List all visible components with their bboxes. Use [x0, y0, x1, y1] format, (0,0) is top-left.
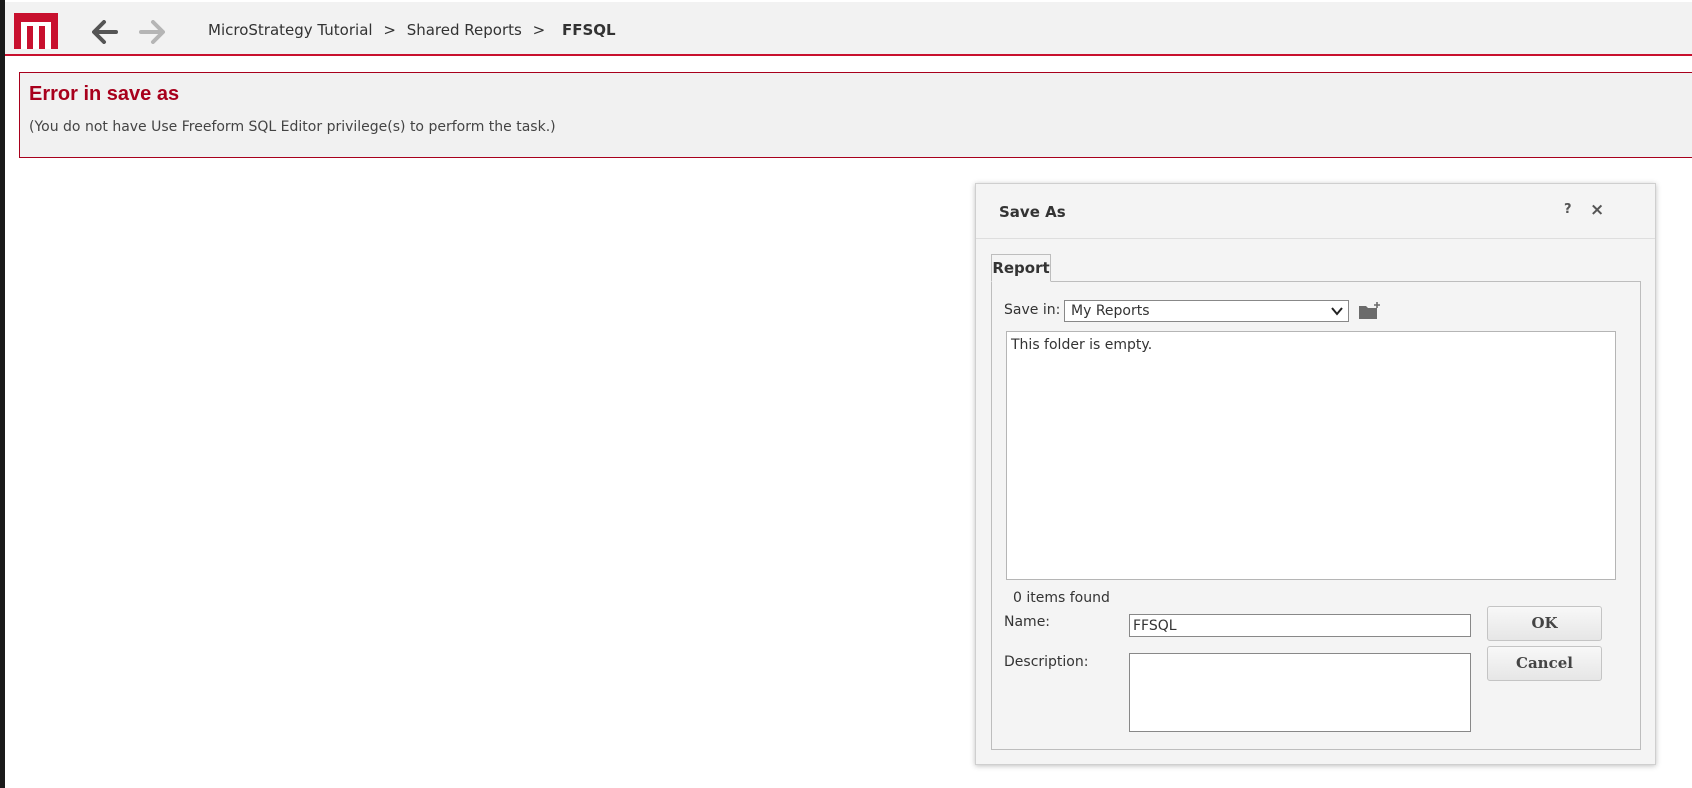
arrow-right-icon: [139, 20, 165, 44]
new-folder-icon[interactable]: [1358, 301, 1382, 321]
items-found-count: 0 items found: [1013, 590, 1110, 606]
help-icon[interactable]: ?: [1564, 202, 1572, 217]
forward-button[interactable]: [137, 17, 167, 47]
breadcrumb-item-shared-reports[interactable]: Shared Reports: [407, 21, 522, 39]
description-input[interactable]: [1129, 653, 1471, 732]
dialog-title: Save As: [999, 203, 1066, 221]
name-label: Name:: [1004, 614, 1051, 630]
save-in-value: My Reports: [1071, 303, 1150, 319]
dialog-header[interactable]: Save As ? ×: [976, 184, 1655, 239]
microstrategy-logo-icon[interactable]: [14, 13, 58, 49]
save-as-dialog: Save As ? × Report Save in: My Reports T…: [975, 183, 1656, 765]
breadcrumb: MicroStrategy Tutorial > Shared Reports …: [208, 21, 616, 39]
top-navigation-bar: MicroStrategy Tutorial > Shared Reports …: [5, 2, 1692, 56]
cancel-button[interactable]: Cancel: [1487, 646, 1602, 681]
empty-folder-message: This folder is empty.: [1011, 337, 1153, 353]
error-panel: Error in save as (You do not have Use Fr…: [19, 72, 1692, 158]
chevron-down-icon: [1331, 307, 1343, 316]
breadcrumb-item-project[interactable]: MicroStrategy Tutorial: [208, 21, 373, 39]
save-in-dropdown[interactable]: My Reports: [1064, 300, 1349, 322]
back-button[interactable]: [90, 17, 120, 47]
tab-report[interactable]: Report: [991, 254, 1051, 282]
breadcrumb-separator: >: [532, 21, 546, 39]
close-icon[interactable]: ×: [1590, 200, 1604, 220]
report-tab-panel: Save in: My Reports This folder is empty…: [991, 281, 1641, 750]
error-title: Error in save as: [29, 83, 180, 105]
ok-button[interactable]: OK: [1487, 606, 1602, 641]
error-message: (You do not have Use Freeform SQL Editor…: [29, 119, 556, 135]
breadcrumb-separator: >: [383, 21, 396, 39]
arrow-left-icon: [92, 20, 118, 44]
window-edge: [0, 0, 5, 788]
name-input[interactable]: [1129, 614, 1471, 637]
save-in-label: Save in:: [1004, 302, 1061, 318]
folder-contents-list[interactable]: This folder is empty.: [1006, 331, 1616, 580]
breadcrumb-current: FFSQL: [561, 21, 616, 39]
description-label: Description:: [1004, 654, 1089, 670]
